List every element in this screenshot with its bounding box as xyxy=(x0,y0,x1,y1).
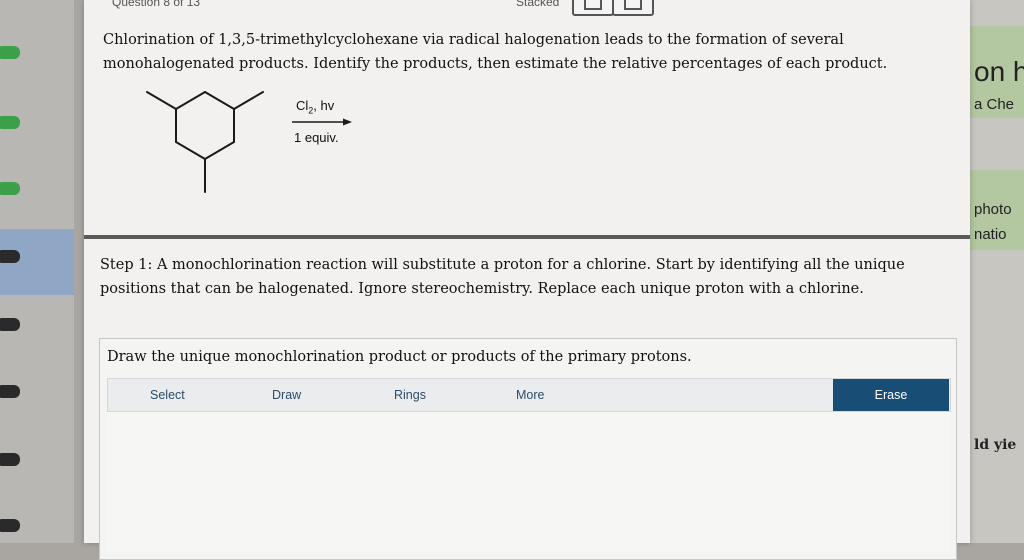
question-text: Chlorination of 1,3,5-trimethylcyclohexa… xyxy=(103,32,888,72)
view-toggle-button-2[interactable] xyxy=(612,0,654,16)
right-fragment-2: a Che xyxy=(974,96,1015,113)
select-tool-button[interactable]: Select xyxy=(150,388,185,402)
reagent-chlorine: Cl xyxy=(296,98,309,113)
drawing-canvas[interactable] xyxy=(107,412,949,552)
more-tool-button[interactable]: More xyxy=(516,388,544,402)
methyl-bond xyxy=(146,91,177,110)
progress-tab-8[interactable] xyxy=(0,519,20,532)
progress-tab-3[interactable] xyxy=(0,182,20,195)
ring-bond xyxy=(204,91,235,110)
view-toggle-button-1[interactable] xyxy=(572,0,614,16)
progress-tab-4[interactable] xyxy=(0,250,20,263)
ring-bond xyxy=(175,91,206,110)
ring-bond xyxy=(175,141,206,160)
stacked-label: Stacked xyxy=(516,0,560,9)
right-fragment-5: ld yie xyxy=(974,437,1017,453)
draw-tool-button[interactable]: Draw xyxy=(272,388,301,402)
square-icon xyxy=(584,0,602,10)
reagent-equivalents: 1 equiv. xyxy=(294,130,339,145)
step-1-text: Step 1: A monochlorination reaction will… xyxy=(100,257,905,297)
progress-tab-1[interactable] xyxy=(0,46,20,59)
reagent-conditions: , hv xyxy=(313,98,335,113)
right-fragment-4: natio xyxy=(974,226,1007,243)
drawing-panel: Draw the unique monochlorination product… xyxy=(99,338,957,560)
background-window-right: on h a Che photo natio ld yie xyxy=(968,0,1024,543)
progress-tab-6[interactable] xyxy=(0,385,20,398)
rings-tool-button[interactable]: Rings xyxy=(394,388,426,402)
progress-tab-5[interactable] xyxy=(0,318,20,331)
right-fragment-3: photo xyxy=(974,201,1012,218)
right-fragment-1: on h xyxy=(974,56,1024,87)
drawing-prompt: Draw the unique monochlorination product… xyxy=(107,349,692,365)
question-sheet: Question 8 of 13 Stacked Chlorination of… xyxy=(84,0,970,560)
methyl-bond xyxy=(233,91,264,110)
question-counter: Question 8 of 13 xyxy=(112,0,201,9)
reaction-arrow-icon xyxy=(292,118,352,126)
progress-tab-7[interactable] xyxy=(0,453,20,466)
progress-tab-2[interactable] xyxy=(0,116,20,129)
erase-button[interactable]: Erase xyxy=(833,379,949,411)
reagent-label: Cl2, hv xyxy=(296,98,334,116)
ring-bond xyxy=(204,141,235,160)
drawing-toolbar: Select Draw Rings More Erase xyxy=(107,378,951,412)
section-divider xyxy=(84,235,970,239)
trimethylcyclohexane-structure xyxy=(146,91,264,193)
square-icon xyxy=(624,0,642,10)
